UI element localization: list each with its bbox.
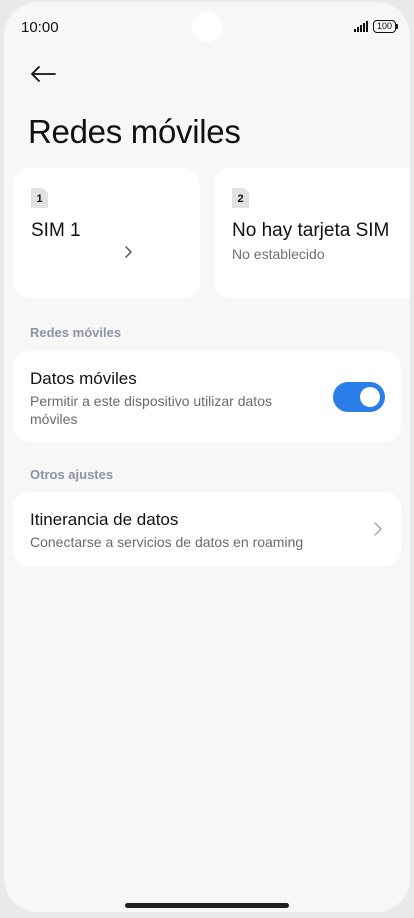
signal-bars-icon [353, 21, 368, 32]
back-button[interactable] [28, 59, 58, 89]
sim-slot-1-icon: 1 [31, 188, 48, 208]
status-icons: 100 [353, 20, 399, 33]
battery-icon: 100 [372, 20, 399, 33]
roaming-title: Itinerancia de datos [30, 510, 179, 529]
mobile-data-title: Datos móviles [30, 369, 137, 388]
mobile-data-row[interactable]: Datos móviles Permitir a este dispositiv… [13, 351, 401, 442]
sim-card-2[interactable]: 2 No hay tarjeta SIM No establecido [214, 168, 410, 298]
chevron-right-icon [125, 246, 132, 258]
roaming-description: Conectarse a servicios de datos en roami… [30, 534, 304, 550]
section-label-other-settings: Otros ajustes [30, 467, 114, 482]
page-title: Redes móviles [28, 113, 241, 150]
battery-level: 100 [376, 21, 392, 31]
mobile-data-description: Permitir a este dispositivo utilizar dat… [30, 393, 272, 427]
arrow-left-icon [31, 66, 56, 82]
chevron-right-icon [374, 522, 382, 536]
mobile-data-toggle[interactable] [333, 382, 385, 412]
roaming-row[interactable]: Itinerancia de datos Conectarse a servic… [13, 492, 401, 566]
sim-status: No establecido [232, 246, 325, 262]
home-indicator[interactable] [125, 903, 289, 908]
sim-card-1[interactable]: 1 SIM 1 [13, 168, 200, 298]
status-bar: 10:00 100 [4, 2, 410, 50]
phone-screen: 10:00 100 Redes móviles 1 SIM 1 2 No hay… [4, 2, 410, 912]
status-time: 10:00 [21, 19, 59, 36]
sim-name: SIM 1 [31, 220, 81, 241]
section-label-mobile-networks: Redes móviles [30, 325, 122, 340]
sim-slot-number: 2 [237, 192, 244, 205]
sim-name: No hay tarjeta SIM [232, 220, 390, 241]
sim-slot-2-icon: 2 [232, 188, 249, 208]
toggle-knob [360, 387, 380, 407]
sim-slot-number: 1 [36, 192, 43, 205]
front-camera [192, 12, 222, 42]
